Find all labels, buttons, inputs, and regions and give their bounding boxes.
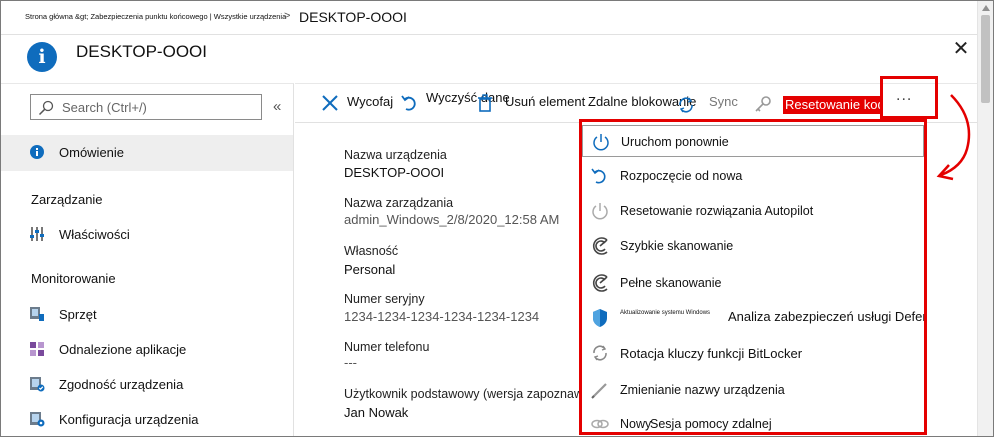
sync-label: Sync [709, 94, 738, 109]
compliance-icon [30, 377, 45, 392]
menu-item-label-small: Aktualizowanie systemu Windows [620, 310, 711, 316]
sidebar-item-label: Odnalezione aplikacje [59, 342, 187, 357]
sidebar-item-discovered-apps[interactable]: Odnalezione aplikacje [1, 335, 293, 365]
menu-item-label: Rotacja kluczy funkcji BitLocker [620, 346, 803, 361]
sync-button[interactable]: Sync [709, 90, 749, 116]
menu-item-remote-help[interactable]: Nowy Sesja pomocy zdalnej [582, 408, 924, 432]
ownership-label: Własność [344, 244, 399, 258]
management-name-value: admin_Windows_2/8/2020_12:58 AM [344, 212, 560, 227]
menu-item-label: Zmienianie nazwy urządzenia [620, 383, 785, 397]
breadcrumb-separator: > [284, 10, 291, 22]
page-title: DESKTOP-OOOI [76, 42, 207, 61]
device-name-value: DESKTOP-OOOI [344, 165, 445, 180]
ownership-value: Personal [344, 262, 396, 277]
sidebar-item-label: Omówienie [59, 145, 125, 160]
device-window: Strona główna &gt; Zabezpieczenia punktu… [0, 0, 994, 437]
delete-label: Usuń element [505, 94, 586, 109]
configuration-icon [30, 412, 45, 427]
hardware-icon [30, 307, 44, 321]
menu-item-label: Uruchom ponownie [621, 135, 729, 149]
device-name-label: Nazwa urządzenia [344, 148, 447, 162]
remote-lock-button[interactable]: Zdalne blokowanie [588, 90, 703, 116]
nav-group-monitor: Monitorowanie [31, 271, 116, 286]
sidebar-item-label: Konfiguracja urządzenia [59, 412, 199, 427]
search-icon [38, 100, 54, 116]
info-icon [30, 145, 44, 159]
scan-icon [592, 274, 608, 292]
annotation-arrow-icon [936, 94, 971, 181]
scrollbar-thumb[interactable] [981, 15, 990, 103]
breadcrumb-path[interactable]: Strona główna &gt; Zabezpieczenia punktu… [25, 12, 286, 21]
phone-value: --- [344, 355, 357, 370]
sync-icon [679, 97, 693, 113]
key-icon[interactable] [753, 94, 773, 114]
menu-item-label: Pełne skanowanie [620, 276, 722, 290]
breadcrumb-current: DESKTOP-OOOI [299, 9, 407, 25]
search-box[interactable] [30, 94, 262, 120]
scan-icon [592, 237, 608, 255]
menu-item-rename[interactable]: Zmienianie nazwy urządzenia [582, 374, 924, 406]
reset-passcode-button[interactable]: Resetowanie kodu [783, 96, 881, 114]
menu-item-label: Resetowanie rozwiązania Autopilot [620, 204, 814, 218]
close-button[interactable]: ✕ [951, 39, 971, 59]
scroll-up-icon[interactable] [982, 5, 990, 11]
menu-item-quick-scan[interactable]: Szybkie skanowanie [582, 230, 924, 262]
collapse-sidebar-button[interactable]: « [273, 98, 281, 115]
sidebar-item-label: Właściwości [59, 227, 130, 242]
trash-icon [478, 94, 492, 112]
apps-grid-icon [30, 342, 44, 356]
breadcrumb: Strona główna &gt; Zabezpieczenia punktu… [1, 1, 977, 35]
toolbar: Wycofaj Wyczyść dane Usuń element Zdalne… [295, 76, 977, 123]
management-name-label: Nazwa zarządzania [344, 196, 454, 210]
power-icon [592, 203, 608, 220]
serial-value: 1234-1234-1234-1234-1234-1234 [344, 309, 540, 324]
menu-item-label: Analiza zabezpieczeń usługi Defender [728, 309, 927, 324]
info-icon: i [27, 42, 57, 72]
sidebar-item-device-compliance[interactable]: Zgodność urządzenia [1, 370, 293, 400]
close-icon [322, 95, 338, 111]
primary-user-value: Jan Nowak [344, 405, 409, 420]
sidebar-item-properties[interactable]: Właściwości [1, 220, 293, 250]
refresh-icon [593, 345, 607, 361]
search-input[interactable] [62, 98, 252, 116]
nav-group-manage: Zarządzanie [31, 192, 103, 207]
menu-item-bitlocker[interactable]: Rotacja kluczy funkcji BitLocker [582, 337, 924, 369]
menu-item-label: Sesja pomocy zdalnej [650, 417, 772, 431]
link-icon [591, 419, 609, 429]
phone-label: Numer telefonu [344, 340, 430, 354]
menu-item-defender-analysis[interactable]: Aktualizowanie systemu Windows Analiza z… [582, 302, 924, 334]
more-actions-menu: Uruchom ponownie Rozpoczęcie od nowa Res… [579, 119, 927, 435]
sidebar-item-label: Sprzęt [59, 307, 97, 322]
retire-label: Wycofaj [347, 94, 394, 109]
delete-button[interactable]: Usuń element [475, 90, 585, 116]
primary-user-label: Użytkownik podstawowy (wersja zapoznawcz… [344, 387, 607, 401]
sidebar-item-overview[interactable]: Omówienie [1, 138, 293, 168]
sidebar-item-device-config[interactable]: Konfiguracja urządzenia [1, 405, 293, 435]
menu-item-fresh-start[interactable]: Rozpoczęcie od nowa [582, 160, 924, 192]
menu-item-label: Rozpoczęcie od nowa [620, 169, 743, 183]
power-icon [593, 134, 609, 151]
pencil-icon [591, 383, 607, 399]
menu-item-label: Szybkie skanowanie [620, 239, 734, 253]
vertical-scrollbar[interactable] [977, 1, 993, 436]
undo-icon [591, 168, 606, 184]
menu-item-full-scan[interactable]: Pełne skanowanie [582, 267, 924, 299]
sidebar-item-label: Zgodność urządzenia [59, 377, 184, 392]
sidebar: « Omówienie Zarządzanie Właściwości Moni… [1, 83, 294, 436]
sliders-icon [30, 227, 44, 241]
menu-item-label-prefix: Nowy [620, 417, 652, 431]
menu-item-restart[interactable]: Uruchom ponownie [582, 125, 924, 157]
more-actions-button[interactable]: ... [896, 87, 912, 105]
sidebar-item-hardware[interactable]: Sprzęt [1, 300, 293, 330]
menu-item-autopilot-reset[interactable]: Resetowanie rozwiązania Autopilot [582, 195, 924, 227]
shield-icon [593, 309, 607, 327]
retire-button[interactable]: Wycofaj [320, 90, 394, 116]
serial-label: Numer seryjny [344, 292, 425, 306]
undo-icon [401, 95, 416, 111]
